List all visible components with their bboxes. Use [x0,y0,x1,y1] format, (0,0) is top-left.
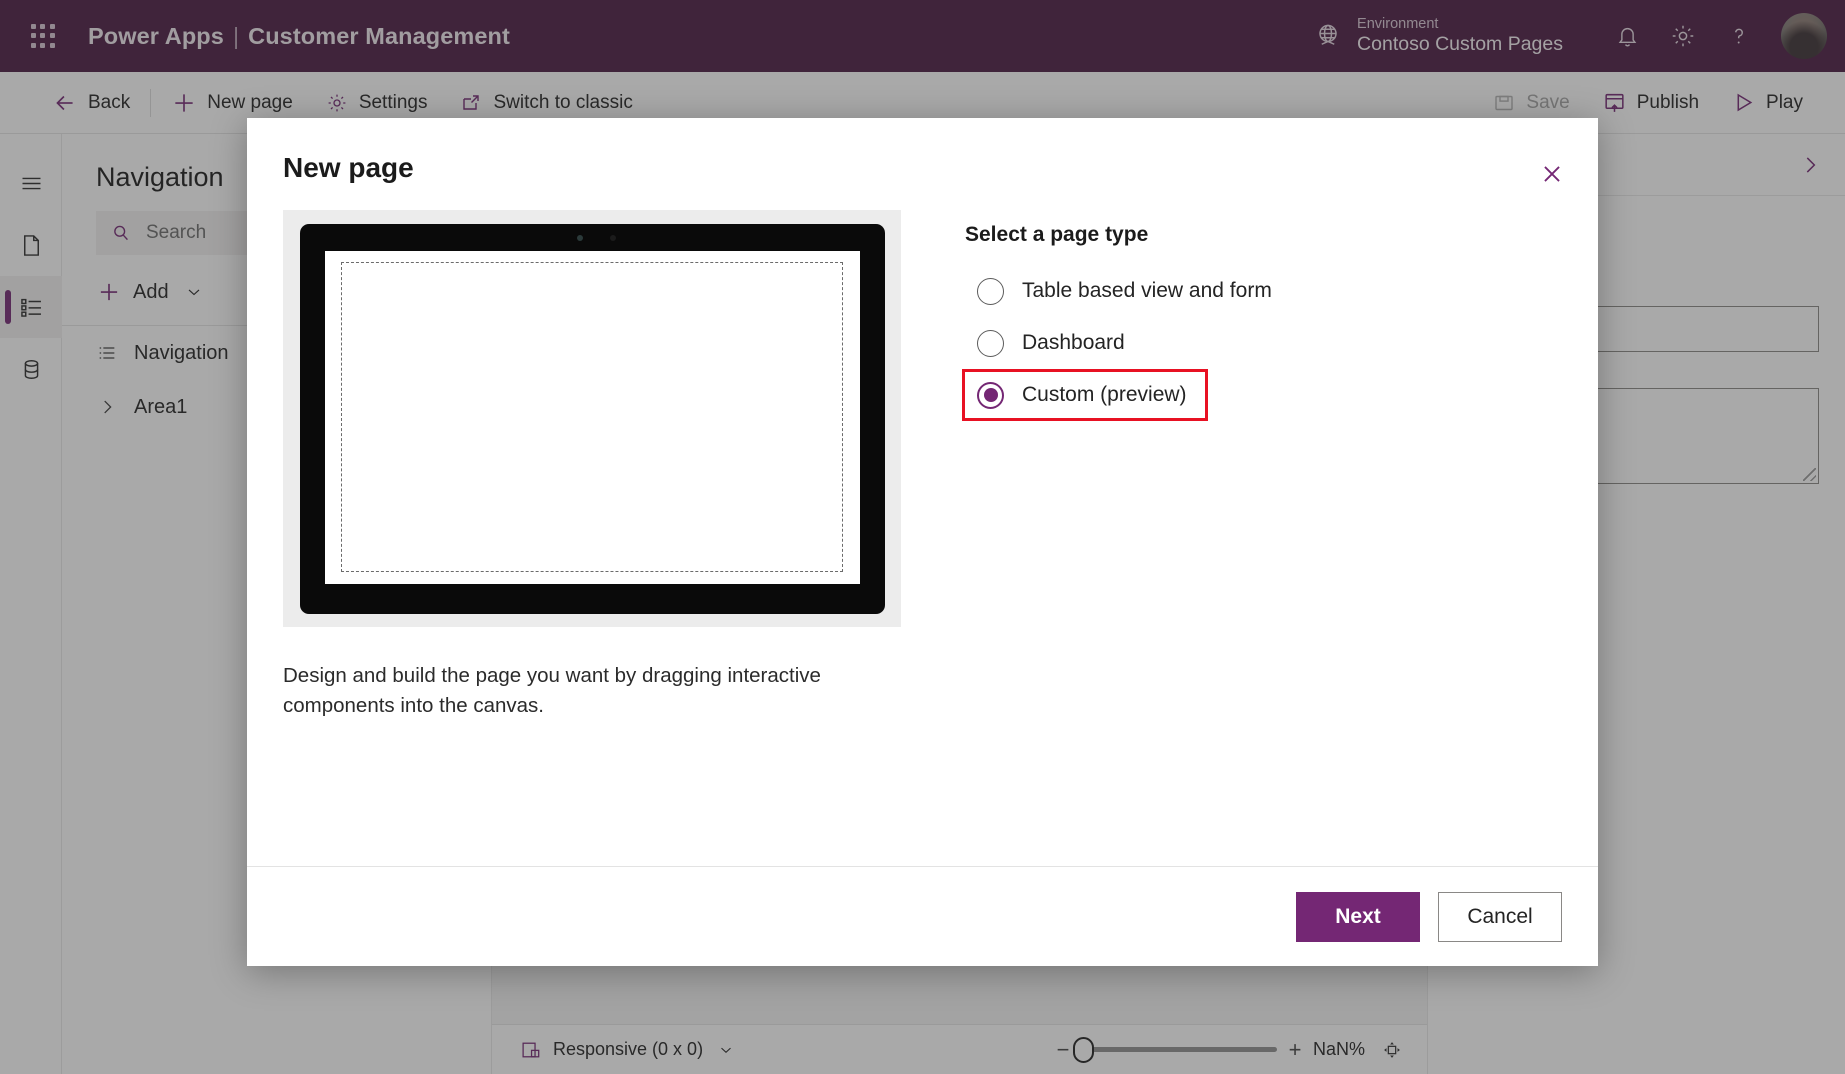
page-type-option-label: Table based view and form [1022,279,1272,302]
camera-dot-icon [576,234,583,241]
radio-icon [977,329,1004,357]
page-type-option-label: Custom (preview) [1022,383,1187,406]
dialog-title: New page [283,152,414,183]
dialog-header: New page [247,118,1598,204]
canvas-dashed-outline [340,262,844,572]
sensor-dot-icon [609,234,616,241]
page-type-description: Design and build the page you want by dr… [283,664,821,717]
radio-icon [977,277,1004,305]
device-screen [324,250,860,584]
page-type-preview: Design and build the page you want by dr… [283,210,903,866]
tablet-device-illustration [283,210,901,627]
next-button[interactable]: Next [1296,891,1420,942]
dialog-body: Design and build the page you want by dr… [247,204,1598,866]
page-type-option-custom-preview[interactable]: Custom (preview) [962,369,1208,421]
close-x-icon[interactable] [1530,152,1574,196]
page-type-option-label: Dashboard [1022,331,1125,354]
page-type-option-table-based[interactable]: Table based view and form [965,265,1286,317]
page-type-option-dashboard[interactable]: Dashboard [965,317,1139,369]
new-page-dialog: New page Design and build the page you w… [247,118,1598,966]
radio-icon-selected [977,381,1004,409]
dialog-footer: Next Cancel [247,866,1598,966]
device-bezel [299,223,885,614]
page-type-options: Select a page type Table based view and … [903,210,1562,866]
page-type-heading: Select a page type [965,223,1149,246]
cancel-button[interactable]: Cancel [1438,891,1562,942]
